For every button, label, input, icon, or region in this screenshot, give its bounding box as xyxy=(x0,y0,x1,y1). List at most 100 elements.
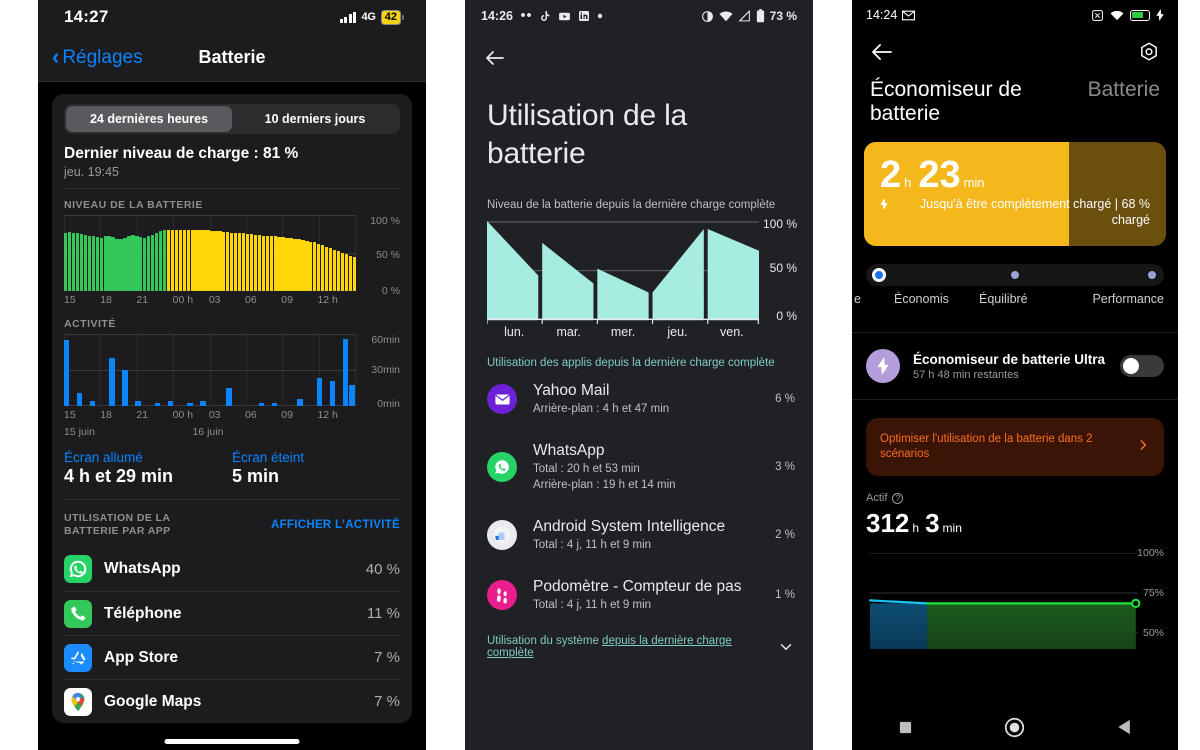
battery-level-bar xyxy=(158,231,163,291)
time-to-full: 2 h 23 min xyxy=(880,156,1150,194)
chevron-right-icon[interactable] xyxy=(1136,438,1150,457)
time-range-segmented-control[interactable]: 24 dernières heures 10 derniers jours xyxy=(64,104,400,134)
battery-day-area xyxy=(652,228,704,321)
ultra-battery-saver-row[interactable]: Économiseur de batterie Ultra 57 h 48 mi… xyxy=(852,332,1178,400)
x-tick: 18 xyxy=(100,409,112,421)
mode-label-3[interactable]: Performance xyxy=(1092,292,1164,306)
app-usage-detail: Total : 4 j, 11 h et 9 min xyxy=(533,539,652,551)
screen-off-stat: Écran éteint 5 min xyxy=(232,450,400,487)
tab-battery[interactable]: Batterie xyxy=(1088,78,1160,102)
app-usage-row[interactable]: Android System Intelligence Total : 4 j,… xyxy=(465,505,813,565)
app-usage-row[interactable]: Podomètre - Compteur de pas Total : 4 j,… xyxy=(465,565,813,625)
home-indicator[interactable] xyxy=(164,739,300,744)
mode-dot-selected[interactable] xyxy=(872,268,886,282)
battery-level-bar xyxy=(119,239,123,291)
app-usage-row[interactable]: WhatsApp Total : 20 h et 53 min Arrière-p… xyxy=(465,429,813,505)
battery-level-bar xyxy=(194,230,198,291)
segment-24h[interactable]: 24 dernières heures xyxy=(66,106,232,132)
screen-off-label: Écran éteint xyxy=(232,450,305,465)
system-usage-label: Utilisation du système depuis la dernièr… xyxy=(487,635,732,659)
segment-10d[interactable]: 10 derniers jours xyxy=(232,106,398,132)
back-button[interactable]: ‹ Réglages xyxy=(52,43,143,69)
mode-dot-performance[interactable] xyxy=(1148,271,1156,279)
battery-history-chart: 100% 75% 50% xyxy=(864,547,1166,649)
android-navigation-bar[interactable] xyxy=(852,704,1178,750)
system-usage-row[interactable]: Utilisation du système depuis la dernièr… xyxy=(465,625,813,659)
xiaomi-tabs[interactable]: Économiseur de batterie Batterie xyxy=(852,64,1178,126)
app-row[interactable]: Google Maps 7 % xyxy=(64,679,400,723)
hours-value: 2 xyxy=(880,154,902,196)
mode-dot-balanced[interactable] xyxy=(1011,271,1019,279)
activity-bar xyxy=(258,403,265,406)
x-tick: 09 xyxy=(281,409,293,421)
charge-status-card[interactable]: 2 h 23 min Jusqu'à être complètement cha… xyxy=(864,142,1166,246)
activity-bar xyxy=(64,340,70,406)
mode-label-2[interactable]: Équilibré xyxy=(979,292,1028,306)
performance-mode-slider[interactable] xyxy=(866,264,1164,286)
app-percent: 6 % xyxy=(775,393,795,405)
optimize-banner[interactable]: Optimiser l'utilisation de la batterie d… xyxy=(866,418,1164,476)
y-tick: 60min xyxy=(371,334,400,346)
battery-level-bar xyxy=(75,233,80,291)
show-activity-button[interactable]: AFFICHER L’ACTIVITÉ xyxy=(271,519,400,531)
recents-icon[interactable] xyxy=(898,720,913,735)
battery-level-bar xyxy=(186,229,190,291)
screen-on-stat: Écran allumé 4 h et 29 min xyxy=(64,450,232,487)
mode-label-1[interactable]: Économis xyxy=(894,292,949,306)
charge-card-content: 2 h 23 min Jusqu'à être complètement cha… xyxy=(864,142,1166,228)
chevron-down-icon[interactable] xyxy=(777,638,795,656)
gear-icon[interactable] xyxy=(1138,41,1160,63)
active-label-row: Actif ? xyxy=(866,492,1164,504)
battery-level-bar xyxy=(135,235,139,291)
y-tick: 50 % xyxy=(376,249,400,261)
battery-level-bar xyxy=(265,235,269,291)
app-row[interactable]: WhatsApp 40 % xyxy=(64,547,400,591)
x-tick: 21 xyxy=(136,409,149,421)
battery-level-bar xyxy=(87,235,92,291)
app-name: Google Maps xyxy=(104,692,202,710)
activity-y-axis: 60min 30min 0min xyxy=(356,334,400,410)
app-row[interactable]: App Store 7 % xyxy=(64,635,400,679)
battery-level-bar xyxy=(115,238,119,291)
back-button[interactable] xyxy=(465,32,813,75)
battery-nub-icon xyxy=(402,14,404,20)
app-usage-row[interactable]: Yahoo Mail Arrière-plan : 4 h et 47 min … xyxy=(465,369,813,429)
help-icon[interactable]: ? xyxy=(892,492,904,504)
x-tick: 03 xyxy=(208,294,221,306)
battery-level-bar xyxy=(293,238,297,291)
x-tick: 06 xyxy=(245,409,257,421)
battery-level-bar xyxy=(202,230,206,291)
xiaomi-status-bar: 14:24 xyxy=(852,0,1178,30)
back-icon[interactable] xyxy=(1117,719,1132,735)
chevron-left-icon: ‹ xyxy=(52,43,60,69)
mode-label-0[interactable]: e xyxy=(854,292,861,306)
battery-level-bar xyxy=(313,242,317,291)
chart-caption: Niveau de la batterie depuis la dernière… xyxy=(487,199,776,211)
activity-bar xyxy=(154,402,161,406)
ios-battery-screen: 14:27 4G 42 ‹ Réglages Batterie 24 derni… xyxy=(38,0,426,750)
active-time-block: Actif ? 312 h 3 min xyxy=(852,476,1178,539)
ultra-saver-toggle[interactable] xyxy=(1120,355,1164,377)
voicemail-icon xyxy=(520,10,532,22)
battery-level-bar xyxy=(233,232,238,291)
battery-level-bar xyxy=(178,229,182,291)
activity-bar xyxy=(226,387,232,406)
battery-level-bar xyxy=(344,254,349,291)
back-button[interactable] xyxy=(870,40,894,64)
app-percent: 1 % xyxy=(775,589,795,601)
active-minutes-unit: min xyxy=(942,521,962,535)
battery-level-bar xyxy=(253,234,258,291)
battery-level-bar xyxy=(139,237,143,291)
gmail-icon xyxy=(902,10,916,21)
youtube-icon xyxy=(558,10,571,23)
activity-bar xyxy=(316,378,323,406)
tab-battery-saver[interactable]: Économiseur de batterie xyxy=(870,78,1076,126)
status-time: 14:26 xyxy=(481,9,513,23)
app-usage-text: Android System Intelligence Total : 4 j,… xyxy=(533,518,775,552)
battery-level-bar xyxy=(103,236,107,291)
battery-level-bar xyxy=(285,237,289,291)
home-icon[interactable] xyxy=(1004,717,1025,738)
x-tick: 15 xyxy=(64,294,76,306)
app-row[interactable]: Téléphone 11 % xyxy=(64,591,400,635)
activity-bar xyxy=(135,401,141,406)
